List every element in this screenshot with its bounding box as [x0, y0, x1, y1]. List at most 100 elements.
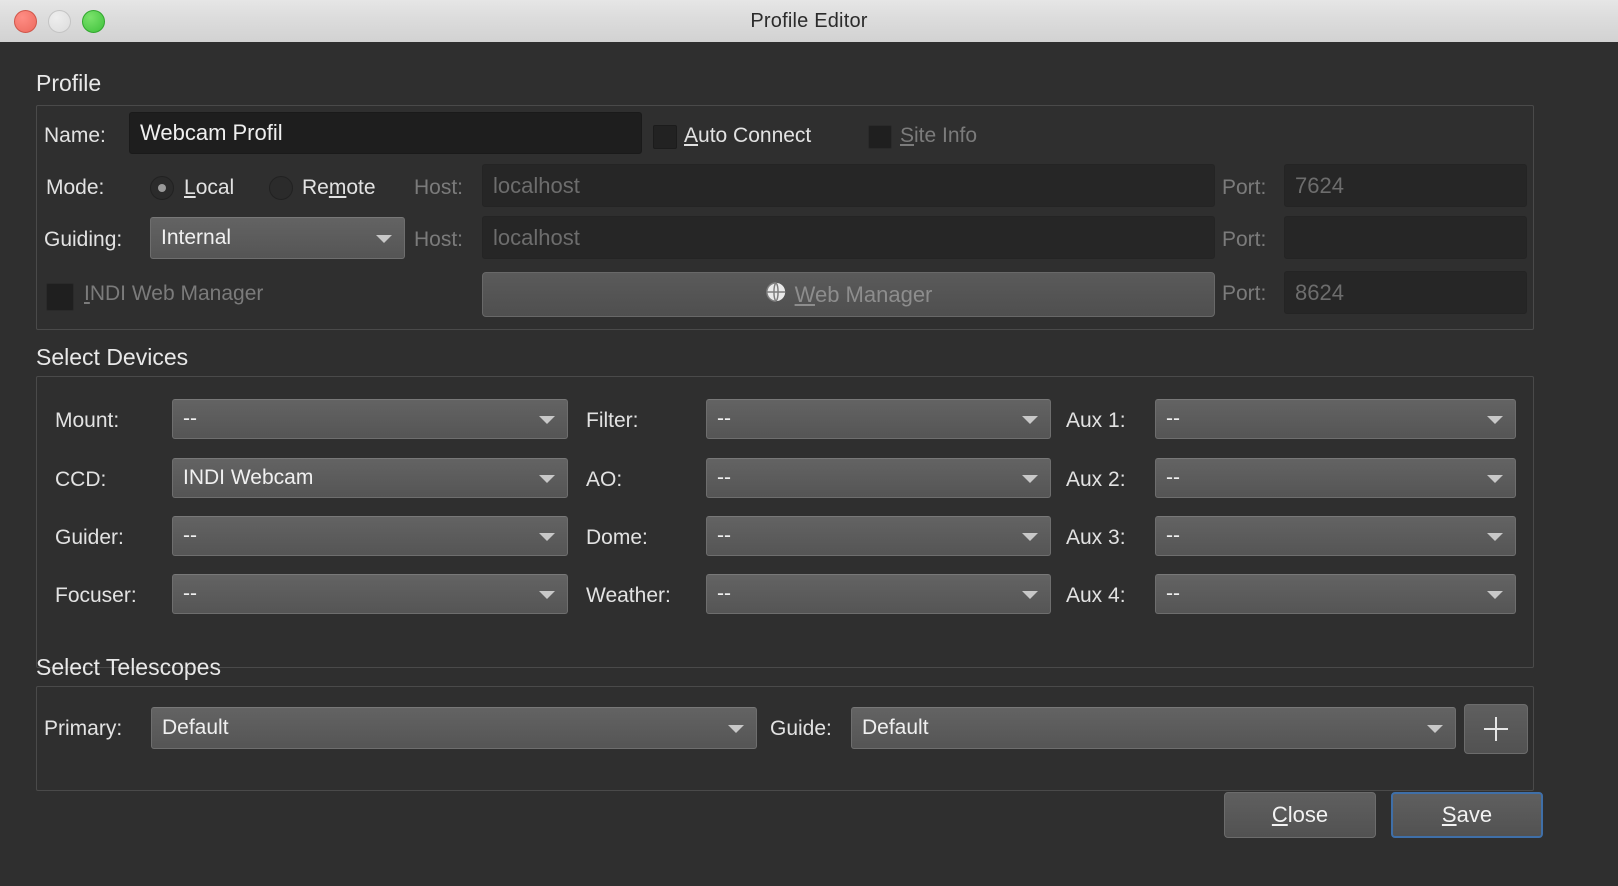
add-telescope-button[interactable] [1464, 704, 1528, 754]
aux1-combo[interactable]: -- [1155, 399, 1516, 439]
web-manager-port-label: Port: [1222, 282, 1267, 305]
profile-name-input[interactable]: Webcam Profil [129, 112, 642, 154]
primary-telescope-combo[interactable]: Default [151, 707, 757, 749]
chevron-down-icon [539, 475, 555, 483]
aux3-combo[interactable]: -- [1155, 516, 1516, 556]
guiding-combo-value: Internal [161, 226, 232, 249]
guiding-combo[interactable]: Internal [150, 217, 405, 259]
web-manager-button: Web Manager [482, 272, 1215, 317]
aux2-label: Aux 2: [1066, 468, 1126, 491]
focuser-label: Focuser: [55, 584, 137, 607]
aux4-combo-value: -- [1166, 582, 1180, 605]
mode-label: Mode: [46, 176, 105, 199]
close-button[interactable]: Close [1224, 792, 1376, 838]
chevron-down-icon [1022, 475, 1038, 483]
guiding-host-label: Host: [414, 228, 464, 251]
weather-combo[interactable]: -- [706, 574, 1051, 614]
mode-remote-label[interactable]: Remote [302, 176, 376, 200]
guider-combo[interactable]: -- [172, 516, 568, 556]
focuser-combo-value: -- [183, 582, 197, 605]
indi-web-manager-label: INDI Web Manager [84, 282, 264, 305]
auto-connect-label[interactable]: Auto Connect [684, 124, 811, 148]
name-label: Name: [44, 124, 106, 147]
mode-port-input: 7624 [1284, 164, 1527, 207]
dialog-body: Profile Name: Webcam Profil Auto Connect… [0, 42, 1618, 886]
auto-connect-label-text: uto Connect [698, 124, 812, 147]
site-info-label: Site Info [900, 124, 978, 147]
aux1-label: Aux 1: [1066, 409, 1126, 432]
telescopes-section-title: Select Telescopes [36, 654, 221, 680]
globe-icon [765, 281, 787, 309]
indi-web-manager-checkbox [46, 283, 74, 311]
focuser-combo[interactable]: -- [172, 574, 568, 614]
site-info-checkbox [868, 125, 892, 149]
chevron-down-icon [539, 533, 555, 541]
primary-telescope-label: Primary: [44, 717, 123, 740]
ccd-combo-value: INDI Webcam [183, 466, 314, 489]
mode-remote-radio[interactable] [269, 176, 293, 200]
mode-host-label: Host: [414, 176, 464, 199]
save-button[interactable]: Save [1391, 792, 1543, 838]
chevron-down-icon [1487, 416, 1503, 424]
guiding-host-input: localhost [482, 216, 1215, 259]
chevron-down-icon [1022, 416, 1038, 424]
aux4-label: Aux 4: [1066, 584, 1126, 607]
aux4-combo[interactable]: -- [1155, 574, 1516, 614]
chevron-down-icon [728, 725, 744, 733]
aux2-combo-value: -- [1166, 466, 1180, 489]
weather-label: Weather: [586, 584, 671, 607]
dome-combo[interactable]: -- [706, 516, 1051, 556]
profile-section-title: Profile [36, 70, 102, 96]
chevron-down-icon [376, 235, 392, 243]
guide-telescope-combo[interactable]: Default [851, 707, 1456, 749]
mode-local-radio[interactable] [150, 176, 174, 200]
title-bar: Profile Editor [0, 0, 1618, 43]
chevron-down-icon [1487, 533, 1503, 541]
chevron-down-icon [539, 416, 555, 424]
chevron-down-icon [1022, 591, 1038, 599]
aux1-combo-value: -- [1166, 407, 1180, 430]
ao-label: AO: [586, 468, 623, 491]
aux2-combo[interactable]: -- [1155, 458, 1516, 498]
chevron-down-icon [1487, 475, 1503, 483]
devices-section-title: Select Devices [36, 344, 189, 370]
minimize-icon [48, 9, 71, 33]
weather-combo-value: -- [717, 582, 731, 605]
chevron-down-icon [539, 591, 555, 599]
window-title: Profile Editor [750, 9, 868, 32]
guide-telescope-value: Default [862, 716, 929, 739]
ccd-combo[interactable]: INDI Webcam [172, 458, 568, 498]
filter-label: Filter: [586, 409, 639, 432]
guiding-port-label: Port: [1222, 228, 1267, 251]
aux3-label: Aux 3: [1066, 526, 1126, 549]
maximize-icon[interactable] [82, 9, 105, 33]
chevron-down-icon [1022, 533, 1038, 541]
guider-combo-value: -- [183, 524, 197, 547]
profile-editor-window: Profile Editor Profile Name: Webcam Prof… [0, 0, 1618, 886]
web-manager-port-input: 8624 [1284, 271, 1527, 314]
auto-connect-checkbox[interactable] [653, 125, 677, 149]
aux3-combo-value: -- [1166, 524, 1180, 547]
dome-label: Dome: [586, 526, 648, 549]
primary-telescope-value: Default [162, 716, 229, 739]
guider-label: Guider: [55, 526, 124, 549]
mode-host-input: localhost [482, 164, 1215, 207]
mode-port-label: Port: [1222, 176, 1267, 199]
mount-label: Mount: [55, 409, 120, 432]
site-info-label-text: ite Info [914, 124, 978, 147]
mode-local-label[interactable]: Local [184, 176, 234, 200]
mount-combo[interactable]: -- [172, 399, 568, 439]
window-controls [14, 0, 105, 42]
filter-combo-value: -- [717, 407, 731, 430]
guiding-label: Guiding: [44, 228, 123, 251]
ao-combo-value: -- [717, 466, 731, 489]
web-manager-button-label: Web Manager [794, 281, 933, 307]
filter-combo[interactable]: -- [706, 399, 1051, 439]
close-icon[interactable] [14, 9, 37, 33]
mount-combo-value: -- [183, 407, 197, 430]
ao-combo[interactable]: -- [706, 458, 1051, 498]
guiding-port-input [1284, 216, 1527, 259]
ccd-label: CCD: [55, 468, 107, 491]
chevron-down-icon [1427, 725, 1443, 733]
guide-telescope-label: Guide: [770, 717, 832, 740]
